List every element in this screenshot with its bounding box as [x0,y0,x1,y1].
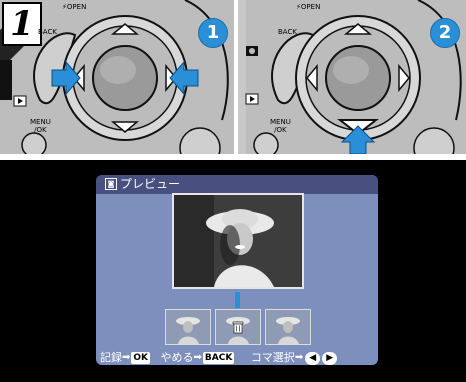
step-number: 1 [2,2,42,46]
arrow-right-icon: ➡ [122,352,131,363]
thumbnail-1[interactable] [165,309,211,345]
frame-select-label: コマ選択 [250,351,295,364]
divider [0,154,466,157]
flash-open-label: ⚡OPEN [62,3,87,11]
step-badge-2: 2 [430,18,460,48]
arrow-right-icon: ➡ [294,352,304,363]
step-2-camera-panel: 2 ⚡OPEN BACK MENU/OK [238,0,466,154]
back-label-2: BACK [278,28,297,36]
thumbnail-3[interactable] [265,309,311,345]
trash-icon [232,321,244,334]
cancel-label: やめる [160,351,194,364]
main-preview-photo [172,193,304,289]
thumbnail-2[interactable] [215,309,261,345]
screen-title: プレビュー [120,177,181,191]
thumbnail-image [266,310,310,344]
preview-icon: ◙ [105,178,117,190]
back-label: BACK [38,28,57,36]
menu-ok-label-2: MENU/OK [270,118,291,134]
back-key[interactable]: BACK [202,352,235,364]
arrow-right-icon: ➡ [193,352,202,363]
selection-connector [235,292,240,308]
right-key[interactable]: ▶ [322,351,338,365]
ok-key[interactable]: OK [131,352,151,364]
flash-open-label-2: ⚡OPEN [296,3,321,11]
left-key[interactable]: ◀ [305,351,321,365]
step-1-camera-panel: 1 1 ⚡OPEN BACK MENU/OK [0,0,234,154]
photo-image [174,195,302,287]
record-label: 記録 [100,351,122,364]
thumbnail-image [166,310,210,344]
step-badge-1: 1 [198,18,228,48]
preview-footer: 記録➡ OK やめる➡ BACK コマ選択➡ ◀ ▶ [100,349,376,367]
menu-ok-label: MENU/OK [30,118,51,134]
